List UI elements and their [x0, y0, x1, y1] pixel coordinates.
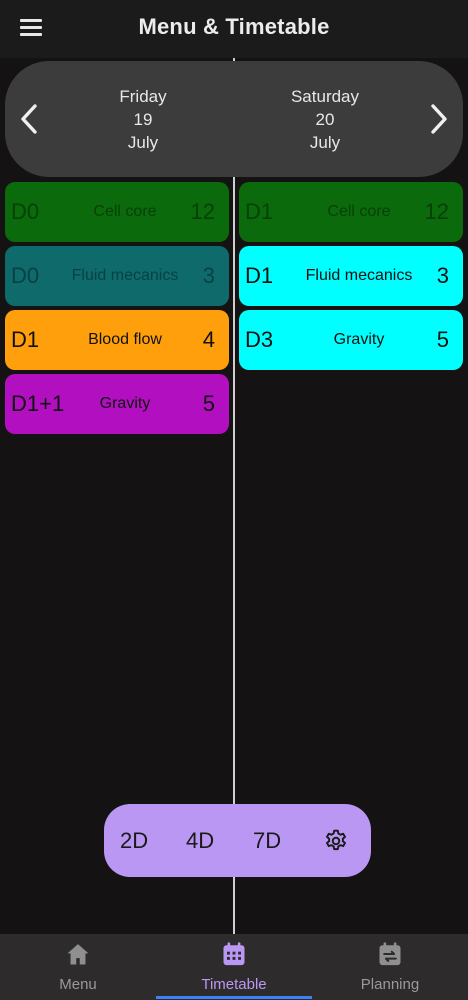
view-7d-button[interactable]: 7D	[253, 804, 281, 877]
gear-icon[interactable]	[323, 828, 349, 854]
lesson-name: Gravity	[333, 331, 385, 348]
lesson-card-saturday-3[interactable]: D3 Gravity 5	[239, 310, 463, 370]
app-bar: Menu & Timetable	[0, 0, 468, 58]
lesson-count: 5	[202, 391, 215, 416]
nav-item-menu[interactable]: Menu	[0, 934, 156, 1000]
day-header-friday: Friday 19 July	[53, 85, 233, 154]
home-icon	[67, 944, 89, 965]
chevron-right-icon[interactable]	[423, 99, 453, 139]
bottom-navigation: Menu Timetable Planning	[0, 934, 468, 1000]
lesson-name: Cell core	[93, 203, 157, 220]
day-number: 19	[133, 110, 153, 129]
lesson-card-friday-2[interactable]: D0 Fluid mecanics 3	[5, 246, 229, 306]
lesson-code: D1	[245, 199, 274, 224]
weekday-label: Saturday	[290, 87, 360, 106]
lesson-count: 3	[436, 263, 449, 288]
lesson-card-friday-3[interactable]: D1 Blood flow 4	[5, 310, 229, 370]
lesson-name: Fluid mecanics	[71, 267, 179, 284]
month-label: July	[309, 133, 341, 152]
lesson-card-saturday-1[interactable]: D1 Cell core 12	[239, 182, 463, 242]
nav-item-planning[interactable]: Planning	[312, 934, 468, 1000]
calendar-swap-icon	[379, 942, 401, 966]
lesson-count: 5	[436, 327, 449, 352]
nav-item-timetable[interactable]: Timetable	[156, 934, 312, 1000]
month-label: July	[127, 133, 159, 152]
date-header: Friday 19 July Saturday 20 July	[5, 61, 463, 177]
lesson-count: 3	[202, 263, 215, 288]
lesson-code: D1	[11, 327, 40, 352]
lesson-code: D0	[11, 199, 40, 224]
nav-label: Timetable	[201, 976, 267, 993]
calendar-grid-icon	[223, 942, 245, 966]
lesson-code: D1	[245, 263, 274, 288]
day-divider	[233, 58, 235, 934]
weekday-label: Friday	[119, 87, 167, 106]
nav-label: Planning	[360, 976, 420, 993]
view-4d-button[interactable]: 4D	[186, 804, 214, 877]
lesson-card-friday-4[interactable]: D1+1 Gravity 5	[5, 374, 229, 434]
lesson-count: 12	[190, 199, 215, 224]
lesson-card-saturday-2[interactable]: D1 Fluid mecanics 3	[239, 246, 463, 306]
lesson-code: D1+1	[11, 391, 65, 416]
lesson-count: 12	[424, 199, 449, 224]
lesson-name: Cell core	[327, 203, 391, 220]
active-tab-indicator	[156, 996, 312, 999]
lesson-name: Blood flow	[88, 331, 162, 348]
lesson-code: D3	[245, 327, 274, 352]
view-2d-button[interactable]: 2D	[120, 804, 148, 877]
lesson-code: D0	[11, 263, 40, 288]
nav-label: Menu	[59, 976, 97, 993]
lesson-card-friday-1[interactable]: D0 Cell core 12	[5, 182, 229, 242]
page-title: Menu & Timetable	[138, 14, 330, 39]
day-header-saturday: Saturday 20 July	[235, 85, 415, 154]
view-toggle-bar: 2D 4D 7D	[104, 804, 371, 877]
lesson-name: Gravity	[99, 395, 151, 412]
chevron-left-icon[interactable]	[15, 99, 45, 139]
lesson-count: 4	[202, 327, 215, 352]
day-number: 20	[315, 110, 335, 129]
lesson-name: Fluid mecanics	[305, 267, 413, 284]
